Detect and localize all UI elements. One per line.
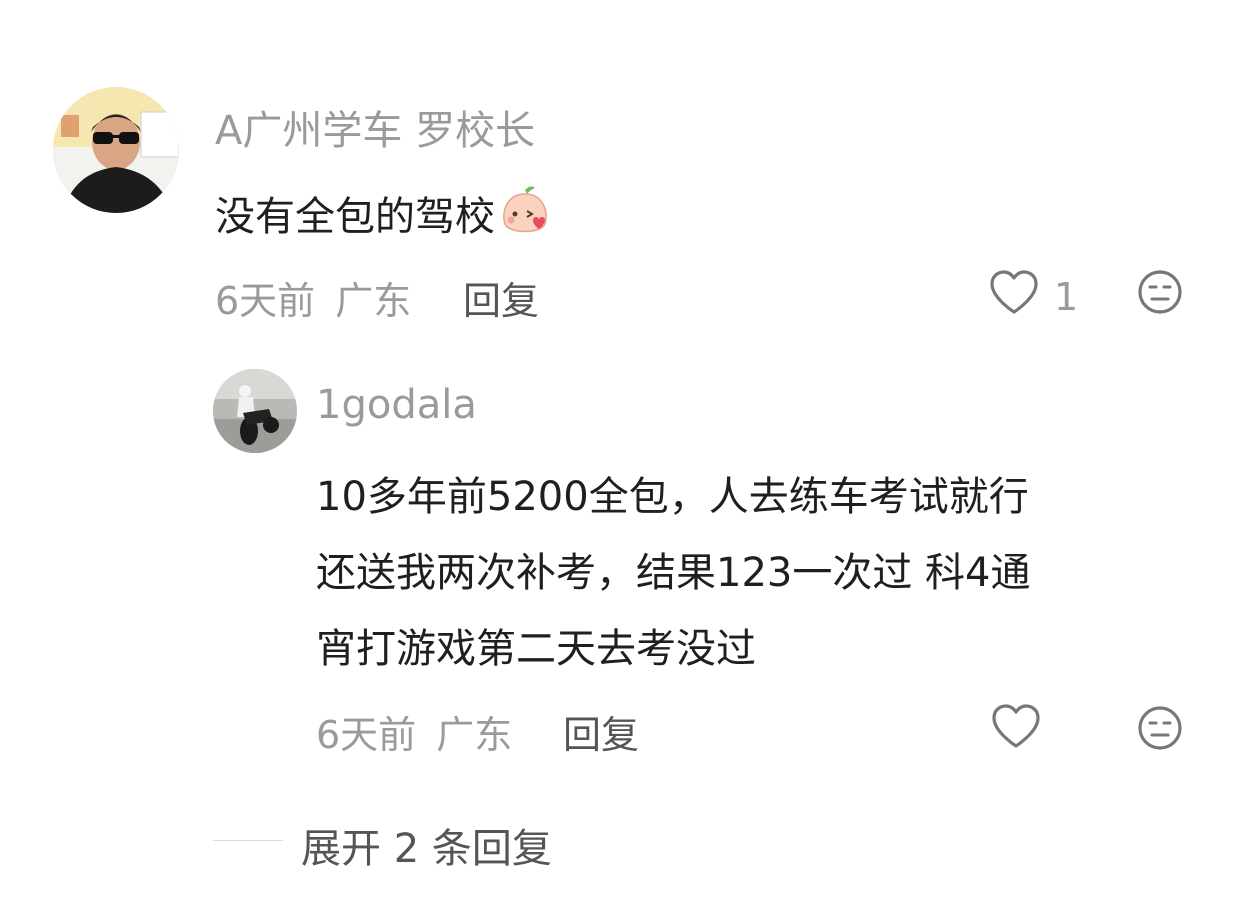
comment-author[interactable]: A广州学车 罗校长 — [215, 98, 535, 156]
reply-text-line-1: 10多年前5200全包，人去练车考试就行 — [316, 474, 1029, 520]
avatar[interactable] — [53, 87, 179, 213]
comment-text: 没有全包的驾校 — [215, 182, 553, 248]
comment-time: 6天前 — [215, 279, 316, 323]
reply-text-line-2: 还送我两次补考，结果123一次过 科4通 — [316, 550, 1031, 596]
reply-comment: 1godala 10多年前5200全包，人去练车考试就行 还送我两次补考，结果1… — [0, 340, 1260, 770]
reply-location: 广东 — [436, 713, 513, 757]
expand-replies-button[interactable]: 展开 2 条回复 — [301, 816, 552, 874]
heart-icon — [990, 702, 1042, 754]
heart-icon — [988, 268, 1040, 325]
expand-divider — [213, 840, 283, 841]
comment-reply-button[interactable]: 回复 — [463, 270, 539, 325]
neutral-face-icon — [1138, 706, 1182, 750]
comment-location: 广东 — [335, 279, 412, 323]
comment-dislike-button[interactable] — [1136, 268, 1184, 320]
reply-dislike-button[interactable] — [1136, 704, 1184, 756]
reply-reply-button[interactable]: 回复 — [563, 704, 639, 759]
comment-like-count: 1 — [1054, 274, 1079, 319]
reply-avatar-image — [213, 369, 297, 453]
reply-meta: 6天前 广东 — [316, 704, 512, 759]
avatar-image — [53, 87, 179, 213]
peach-kiss-emoji-icon — [497, 182, 553, 248]
reply-text-line-3: 宵打游戏第二天去考没过 — [316, 626, 756, 672]
reply-avatar[interactable] — [213, 369, 297, 453]
reply-time: 6天前 — [316, 713, 417, 757]
comment-meta: 6天前 广东 — [215, 270, 411, 325]
comment-like-button[interactable]: 1 — [988, 268, 1078, 325]
neutral-face-icon — [1138, 270, 1182, 314]
reply-author[interactable]: 1godala — [316, 382, 477, 428]
comment-text-body: 没有全包的驾校 — [215, 194, 495, 240]
reply-like-button[interactable] — [990, 702, 1042, 754]
comment: A广州学车 罗校长 没有全包的驾校 6天前 广东 回复 1 — [0, 0, 1260, 330]
